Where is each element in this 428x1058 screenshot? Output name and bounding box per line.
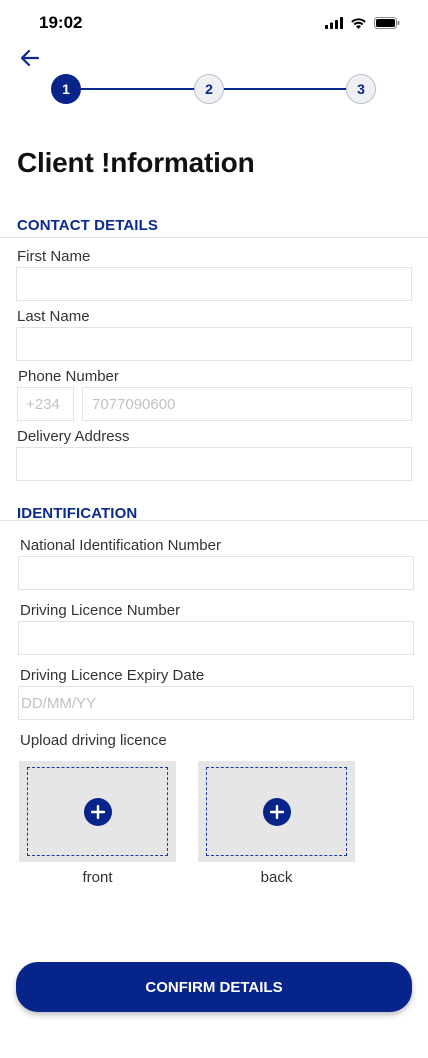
licence-expiry-label: Driving Licence Expiry Date <box>20 667 205 684</box>
country-code-field[interactable] <box>17 387 74 421</box>
upload-front-caption: front <box>82 869 113 886</box>
step-2[interactable]: 2 <box>194 74 224 104</box>
licence-number-label: Driving Licence Number <box>20 602 181 619</box>
section-divider <box>0 520 428 521</box>
status-time: 19:02 <box>39 13 83 32</box>
status-bar: 19:02 <box>0 0 428 46</box>
signal-icon <box>325 16 343 34</box>
status-icons <box>325 16 400 34</box>
last-name-label: Last Name <box>17 308 90 325</box>
contact-details-heading: CONTACT DETAILS <box>17 217 158 234</box>
first-name-label: First Name <box>17 248 91 265</box>
licence-expiry-field[interactable] <box>18 686 414 720</box>
back-button[interactable] <box>18 48 42 72</box>
upload-licence-label: Upload driving licence <box>20 732 167 749</box>
step-connector <box>80 88 195 90</box>
licence-number-field[interactable] <box>18 621 414 655</box>
phone-number-label: Phone Number <box>18 368 119 385</box>
step-1[interactable]: 1 <box>51 74 81 104</box>
upload-back-button[interactable] <box>198 761 355 862</box>
page-title: Client !nformation <box>17 147 255 178</box>
step-connector <box>224 88 346 90</box>
nin-field[interactable] <box>18 556 414 590</box>
upload-back-caption: back <box>260 869 293 886</box>
plus-icon <box>262 797 291 826</box>
arrow-left-icon <box>20 49 40 72</box>
phone-number-field[interactable] <box>82 387 412 421</box>
nin-label: National Identification Number <box>20 537 221 554</box>
last-name-field[interactable] <box>16 327 412 361</box>
delivery-address-field[interactable] <box>16 447 412 481</box>
first-name-field[interactable] <box>16 267 412 301</box>
wifi-icon <box>350 16 367 34</box>
section-divider <box>0 237 428 238</box>
confirm-details-button[interactable]: CONFIRM DETAILS <box>16 962 412 1012</box>
upload-front-button[interactable] <box>19 761 176 862</box>
step-3[interactable]: 3 <box>346 74 376 104</box>
battery-icon <box>374 16 400 34</box>
delivery-address-label: Delivery Address <box>17 428 130 445</box>
plus-icon <box>83 797 112 826</box>
